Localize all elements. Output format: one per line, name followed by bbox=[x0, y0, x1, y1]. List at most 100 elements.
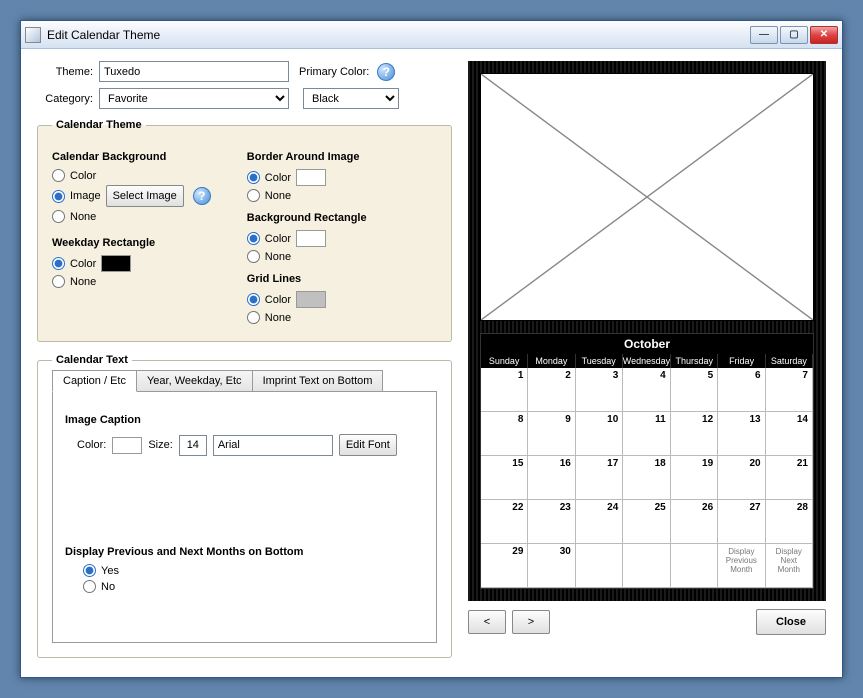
caption-size-label: Size: bbox=[148, 439, 172, 451]
select-image-button[interactable]: Select Image bbox=[106, 185, 184, 207]
caption-size-input[interactable] bbox=[179, 435, 207, 456]
calendar-day-cell: 17 bbox=[576, 456, 623, 500]
weekday-header: Tuesday bbox=[576, 354, 623, 368]
close-window-button[interactable]: ✕ bbox=[810, 26, 838, 44]
weekday-header: Monday bbox=[528, 354, 575, 368]
close-button[interactable]: Close bbox=[756, 609, 826, 635]
calendar-day-cell: 1 bbox=[481, 368, 528, 412]
calendar-day-cell: 24 bbox=[576, 500, 623, 544]
calendar-text-legend: Calendar Text bbox=[52, 354, 132, 366]
calendar-day-cell: 15 bbox=[481, 456, 528, 500]
calendar-day-cell: 26 bbox=[671, 500, 718, 544]
category-select[interactable]: Favorite bbox=[99, 88, 289, 109]
help-primary-color-icon[interactable]: ? bbox=[377, 63, 395, 81]
calendar-day-cell: 22 bbox=[481, 500, 528, 544]
bgrect-color-radio[interactable] bbox=[247, 232, 260, 245]
bg-color-radio[interactable] bbox=[52, 169, 65, 182]
minimize-button[interactable]: — bbox=[750, 26, 778, 44]
calendar-day-cell: DisplayPreviousMonth bbox=[718, 544, 765, 588]
border-color-radio[interactable] bbox=[247, 171, 260, 184]
grid-title: Grid Lines bbox=[247, 273, 367, 285]
calendar-day-cell: 20 bbox=[718, 456, 765, 500]
border-none-radio[interactable] bbox=[247, 189, 260, 202]
primary-color-label: Primary Color: bbox=[299, 66, 369, 78]
bg-image-radio[interactable] bbox=[52, 190, 65, 203]
category-label: Category: bbox=[37, 93, 93, 105]
calendar-day-cell: 4 bbox=[623, 368, 670, 412]
calendar-day-cell bbox=[576, 544, 623, 588]
grid-none-radio[interactable] bbox=[247, 311, 260, 324]
calendar-day-cell: 18 bbox=[623, 456, 670, 500]
calendar-day-cell: 3 bbox=[576, 368, 623, 412]
calendar-text-group: Calendar Text Caption / Etc Year, Weekda… bbox=[37, 354, 452, 658]
theme-name-input[interactable] bbox=[99, 61, 289, 82]
dialog-window: Edit Calendar Theme — ▢ ✕ Theme: Primary… bbox=[20, 20, 843, 678]
calendar-theme-group: Calendar Theme Calendar Background Color… bbox=[37, 119, 452, 342]
border-color-swatch[interactable] bbox=[296, 169, 326, 186]
tab-imprint[interactable]: Imprint Text on Bottom bbox=[252, 370, 384, 392]
weekday-header: Sunday bbox=[481, 354, 528, 368]
theme-label: Theme: bbox=[37, 66, 93, 78]
caption-font-input[interactable] bbox=[213, 435, 333, 456]
prev-button[interactable]: < bbox=[468, 610, 506, 634]
display-no-radio[interactable] bbox=[83, 580, 96, 593]
edit-font-button[interactable]: Edit Font bbox=[339, 434, 397, 456]
calendar-day-cell: 5 bbox=[671, 368, 718, 412]
calendar-day-cell: 2 bbox=[528, 368, 575, 412]
calendar-day-cell: 23 bbox=[528, 500, 575, 544]
preview-image-placeholder bbox=[480, 73, 814, 321]
border-title: Border Around Image bbox=[247, 151, 367, 163]
calendar-day-cell: 14 bbox=[766, 412, 813, 456]
bgrect-title: Background Rectangle bbox=[247, 212, 367, 224]
help-bg-icon[interactable]: ? bbox=[193, 187, 211, 205]
weekday-none-radio[interactable] bbox=[52, 275, 65, 288]
bgrect-color-swatch[interactable] bbox=[296, 230, 326, 247]
grid-color-radio[interactable] bbox=[247, 293, 260, 306]
preview-month-title: October bbox=[481, 334, 813, 354]
tab-year-weekday[interactable]: Year, Weekday, Etc bbox=[136, 370, 253, 392]
calendar-day-cell: 7 bbox=[766, 368, 813, 412]
weekday-rect-title: Weekday Rectangle bbox=[52, 237, 211, 249]
calendar-day-cell: 28 bbox=[766, 500, 813, 544]
calendar-day-cell: 13 bbox=[718, 412, 765, 456]
calendar-day-cell: 6 bbox=[718, 368, 765, 412]
weekday-header: Friday bbox=[718, 354, 765, 368]
app-icon bbox=[25, 27, 41, 43]
calendar-theme-legend: Calendar Theme bbox=[52, 119, 146, 131]
weekday-color-swatch[interactable] bbox=[101, 255, 131, 272]
calendar-day-cell: 11 bbox=[623, 412, 670, 456]
weekday-header: Thursday bbox=[671, 354, 718, 368]
calendar-preview: October SundayMondayTuesdayWednesdayThur… bbox=[468, 61, 826, 601]
calendar-day-cell: 19 bbox=[671, 456, 718, 500]
calendar-day-cell: 10 bbox=[576, 412, 623, 456]
titlebar[interactable]: Edit Calendar Theme — ▢ ✕ bbox=[21, 21, 842, 49]
caption-color-swatch[interactable] bbox=[112, 437, 142, 454]
tab-caption[interactable]: Caption / Etc bbox=[52, 370, 137, 392]
display-yes-radio[interactable] bbox=[83, 564, 96, 577]
maximize-button[interactable]: ▢ bbox=[780, 26, 808, 44]
calendar-day-cell: 30 bbox=[528, 544, 575, 588]
calendar-day-cell: DisplayNextMonth bbox=[766, 544, 813, 588]
weekday-header: Saturday bbox=[766, 354, 813, 368]
tab-body: Image Caption Color: Size: Edit Font Dis… bbox=[52, 391, 437, 643]
display-prev-next-title: Display Previous and Next Months on Bott… bbox=[65, 546, 424, 558]
calendar-day-cell: 27 bbox=[718, 500, 765, 544]
cal-bg-title: Calendar Background bbox=[52, 151, 211, 163]
calendar-day-cell: 21 bbox=[766, 456, 813, 500]
weekday-color-radio[interactable] bbox=[52, 257, 65, 270]
weekday-header: Wednesday bbox=[623, 354, 671, 368]
bgrect-none-radio[interactable] bbox=[247, 250, 260, 263]
image-caption-title: Image Caption bbox=[65, 414, 424, 426]
calendar-day-cell bbox=[623, 544, 670, 588]
grid-color-swatch[interactable] bbox=[296, 291, 326, 308]
bg-none-radio[interactable] bbox=[52, 210, 65, 223]
next-button[interactable]: > bbox=[512, 610, 550, 634]
calendar-day-cell: 29 bbox=[481, 544, 528, 588]
calendar-day-cell: 25 bbox=[623, 500, 670, 544]
window-title: Edit Calendar Theme bbox=[47, 28, 750, 42]
calendar-day-cell: 8 bbox=[481, 412, 528, 456]
primary-color-select[interactable]: Black bbox=[303, 88, 399, 109]
calendar-day-cell: 12 bbox=[671, 412, 718, 456]
calendar-day-cell bbox=[671, 544, 718, 588]
calendar-day-cell: 9 bbox=[528, 412, 575, 456]
